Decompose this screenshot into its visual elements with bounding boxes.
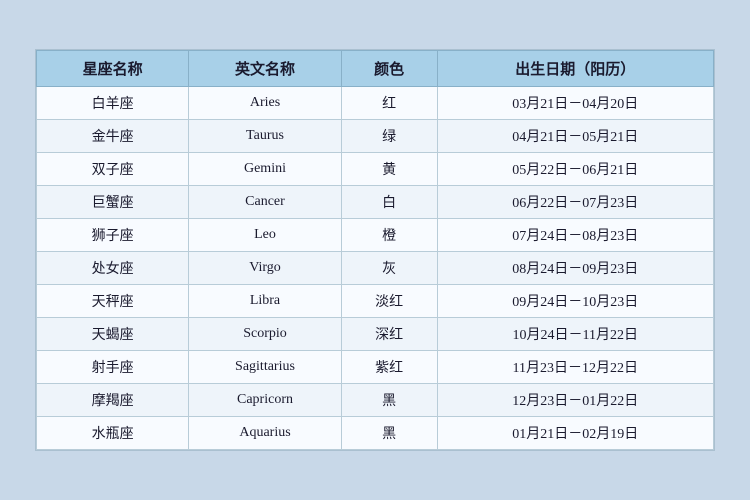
header-col-0: 星座名称 [37, 51, 189, 87]
cell-10-0: 水瓶座 [37, 417, 189, 450]
cell-0-3: 03月21日－04月20日 [437, 87, 713, 120]
cell-1-1: Taurus [189, 120, 341, 153]
table-row: 白羊座Aries红03月21日－04月20日 [37, 87, 714, 120]
cell-7-2: 深红 [341, 318, 437, 351]
table-row: 天蝎座Scorpio深红10月24日－11月22日 [37, 318, 714, 351]
cell-1-3: 04月21日－05月21日 [437, 120, 713, 153]
cell-2-1: Gemini [189, 153, 341, 186]
cell-8-3: 11月23日－12月22日 [437, 351, 713, 384]
cell-2-2: 黄 [341, 153, 437, 186]
cell-8-0: 射手座 [37, 351, 189, 384]
zodiac-table-wrapper: 星座名称英文名称颜色出生日期（阳历） 白羊座Aries红03月21日－04月20… [35, 49, 715, 451]
cell-7-3: 10月24日－11月22日 [437, 318, 713, 351]
cell-9-1: Capricorn [189, 384, 341, 417]
header-col-3: 出生日期（阳历） [437, 51, 713, 87]
table-row: 摩羯座Capricorn黑12月23日－01月22日 [37, 384, 714, 417]
cell-1-0: 金牛座 [37, 120, 189, 153]
table-row: 巨蟹座Cancer白06月22日－07月23日 [37, 186, 714, 219]
cell-3-3: 06月22日－07月23日 [437, 186, 713, 219]
table-row: 射手座Sagittarius紫红11月23日－12月22日 [37, 351, 714, 384]
cell-10-2: 黑 [341, 417, 437, 450]
cell-6-3: 09月24日－10月23日 [437, 285, 713, 318]
cell-0-2: 红 [341, 87, 437, 120]
cell-6-1: Libra [189, 285, 341, 318]
table-row: 水瓶座Aquarius黑01月21日－02月19日 [37, 417, 714, 450]
cell-7-0: 天蝎座 [37, 318, 189, 351]
table-row: 狮子座Leo橙07月24日－08月23日 [37, 219, 714, 252]
table-header-row: 星座名称英文名称颜色出生日期（阳历） [37, 51, 714, 87]
table-row: 金牛座Taurus绿04月21日－05月21日 [37, 120, 714, 153]
cell-5-3: 08月24日－09月23日 [437, 252, 713, 285]
cell-0-0: 白羊座 [37, 87, 189, 120]
cell-0-1: Aries [189, 87, 341, 120]
cell-10-1: Aquarius [189, 417, 341, 450]
cell-4-1: Leo [189, 219, 341, 252]
cell-4-2: 橙 [341, 219, 437, 252]
cell-9-3: 12月23日－01月22日 [437, 384, 713, 417]
table-row: 双子座Gemini黄05月22日－06月21日 [37, 153, 714, 186]
header-col-2: 颜色 [341, 51, 437, 87]
cell-2-3: 05月22日－06月21日 [437, 153, 713, 186]
cell-5-1: Virgo [189, 252, 341, 285]
cell-3-0: 巨蟹座 [37, 186, 189, 219]
zodiac-table: 星座名称英文名称颜色出生日期（阳历） 白羊座Aries红03月21日－04月20… [36, 50, 714, 450]
cell-8-1: Sagittarius [189, 351, 341, 384]
cell-5-2: 灰 [341, 252, 437, 285]
table-body: 白羊座Aries红03月21日－04月20日金牛座Taurus绿04月21日－0… [37, 87, 714, 450]
cell-2-0: 双子座 [37, 153, 189, 186]
cell-3-1: Cancer [189, 186, 341, 219]
cell-3-2: 白 [341, 186, 437, 219]
cell-9-0: 摩羯座 [37, 384, 189, 417]
cell-10-3: 01月21日－02月19日 [437, 417, 713, 450]
cell-6-2: 淡红 [341, 285, 437, 318]
cell-8-2: 紫红 [341, 351, 437, 384]
cell-4-3: 07月24日－08月23日 [437, 219, 713, 252]
cell-4-0: 狮子座 [37, 219, 189, 252]
cell-7-1: Scorpio [189, 318, 341, 351]
cell-6-0: 天秤座 [37, 285, 189, 318]
cell-5-0: 处女座 [37, 252, 189, 285]
cell-1-2: 绿 [341, 120, 437, 153]
header-col-1: 英文名称 [189, 51, 341, 87]
table-row: 天秤座Libra淡红09月24日－10月23日 [37, 285, 714, 318]
cell-9-2: 黑 [341, 384, 437, 417]
table-row: 处女座Virgo灰08月24日－09月23日 [37, 252, 714, 285]
